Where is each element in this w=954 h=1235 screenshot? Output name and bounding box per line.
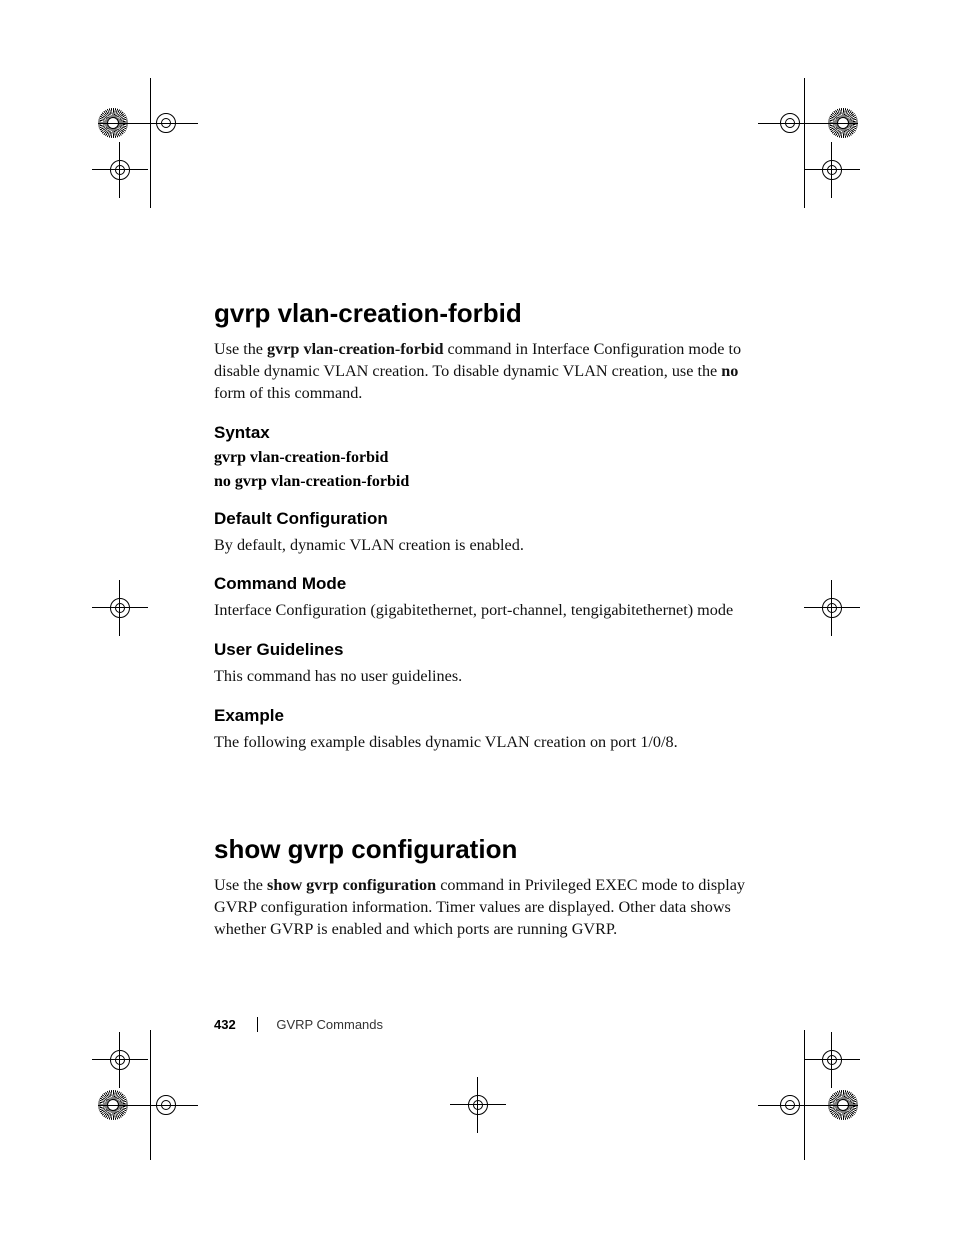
user-guidelines-heading: User Guidelines xyxy=(214,640,754,660)
syntax-line-1: gvrp vlan-creation-forbid xyxy=(214,449,754,467)
page-footer: 432 GVRP Commands xyxy=(214,1017,383,1032)
text: form of this command. xyxy=(214,384,362,402)
default-config-heading: Default Configuration xyxy=(214,509,754,529)
section2-title: show gvrp configuration xyxy=(214,834,754,865)
section2-intro: Use the show gvrp configuration command … xyxy=(214,875,754,941)
content-area: gvrp vlan-creation-forbid Use the gvrp v… xyxy=(214,298,754,955)
user-guidelines-text: This command has no user guidelines. xyxy=(214,666,754,688)
section1-title: gvrp vlan-creation-forbid xyxy=(214,298,754,329)
footer-section-name: GVRP Commands xyxy=(257,1017,383,1032)
text: Use the xyxy=(214,340,267,358)
cmd-name: gvrp vlan-creation-forbid xyxy=(267,340,443,358)
example-text: The following example disables dynamic V… xyxy=(214,732,754,754)
page-number: 432 xyxy=(214,1017,236,1032)
section1-intro: Use the gvrp vlan-creation-forbid comman… xyxy=(214,339,754,405)
text: Use the xyxy=(214,876,267,894)
syntax-heading: Syntax xyxy=(214,423,754,443)
no-keyword: no xyxy=(721,362,738,380)
example-heading: Example xyxy=(214,706,754,726)
page: gvrp vlan-creation-forbid Use the gvrp v… xyxy=(0,0,954,1235)
command-mode-text: Interface Configuration (gigabitethernet… xyxy=(214,600,754,622)
cmd-name: show gvrp configuration xyxy=(267,876,436,894)
command-mode-heading: Command Mode xyxy=(214,574,754,594)
syntax-line-2: no gvrp vlan-creation-forbid xyxy=(214,473,754,491)
default-config-text: By default, dynamic VLAN creation is ena… xyxy=(214,535,754,557)
